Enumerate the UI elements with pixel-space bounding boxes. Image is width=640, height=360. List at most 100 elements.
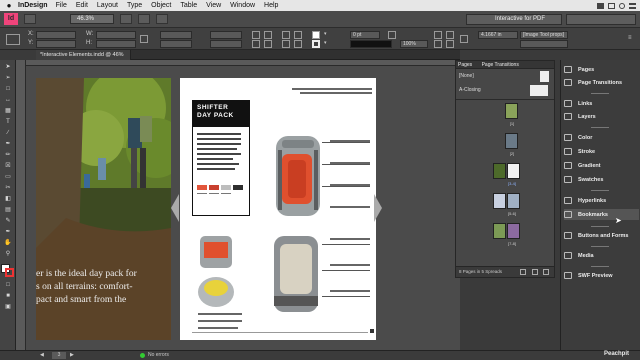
tab-pages[interactable]: Pages (458, 62, 472, 68)
rectangle-frame-tool-icon[interactable]: ☒ (3, 163, 13, 170)
content-collector-icon[interactable]: ▦ (3, 108, 13, 115)
dock-item-hyperlinks[interactable]: Hyperlinks (564, 195, 639, 206)
dock-item-layers[interactable]: Layers (564, 111, 639, 122)
color-swatch[interactable] (233, 185, 243, 190)
text-wrap-field[interactable] (520, 40, 568, 48)
pen-tool-icon[interactable]: ✒ (3, 141, 13, 148)
menu-file[interactable]: File (56, 2, 67, 9)
dock-item-links[interactable]: Links (564, 98, 639, 109)
rotate-90-ccw-icon[interactable] (252, 40, 260, 48)
line-tool-icon[interactable]: ∕ (3, 130, 13, 137)
dock-item-gradient[interactable]: Gradient (564, 160, 639, 171)
fitting-frame-icon[interactable] (446, 40, 454, 48)
formatting-affects-container-icon[interactable]: □ (3, 282, 13, 289)
fill-stroke-proxy-icon[interactable] (1, 264, 15, 278)
object-style-field[interactable]: [Image Tool props] (520, 31, 568, 39)
dock-item-swf-preview[interactable]: SWF Preview (564, 270, 639, 281)
reference-value-field[interactable]: 4.1667 in (478, 31, 518, 39)
page-thumb-5[interactable] (493, 193, 506, 209)
rotate-90-cw-icon[interactable] (252, 31, 260, 39)
flip-horizontal-icon[interactable] (264, 31, 272, 39)
shear-field[interactable] (210, 40, 242, 48)
backpack-orange-image[interactable] (268, 130, 328, 222)
stroke-type-field[interactable] (350, 40, 392, 48)
dock-item-color[interactable]: Color (564, 132, 639, 143)
page-thumb-7[interactable] (493, 223, 506, 239)
master-a-thumb[interactable] (530, 85, 548, 96)
notifications-icon[interactable] (629, 2, 636, 9)
free-transform-tool-icon[interactable]: ◧ (3, 196, 13, 203)
fill-swatch-icon[interactable] (312, 31, 320, 39)
page-thumb-2[interactable] (505, 133, 518, 149)
select-content-icon[interactable] (282, 40, 290, 48)
dock-item-stroke[interactable]: Stroke (564, 146, 639, 157)
backpack-back-image[interactable] (268, 232, 324, 316)
stroke-dropdown-icon[interactable]: ▾ (324, 40, 332, 48)
color-swatch[interactable] (209, 185, 219, 190)
left-page-body-text[interactable]: er is the ideal day pack for s on all te… (36, 268, 171, 307)
dock-item-media[interactable]: Media (564, 250, 639, 261)
select-next-icon[interactable] (294, 40, 302, 48)
edit-page-size-icon[interactable] (520, 269, 526, 275)
view-options-icon[interactable] (120, 14, 132, 24)
wifi-icon[interactable] (608, 2, 615, 9)
first-page-icon[interactable]: ◀ (40, 352, 44, 358)
direct-selection-tool-icon[interactable]: ➢ (3, 75, 13, 82)
product-card[interactable]: SHIFTER DAY PACK (192, 100, 250, 216)
next-page-arrow[interactable] (374, 194, 382, 222)
hand-tool-icon[interactable]: ✋ (3, 240, 13, 247)
page-thumb-4[interactable] (507, 163, 520, 179)
new-page-icon[interactable] (532, 269, 538, 275)
width-field[interactable] (96, 31, 136, 39)
menu-layout[interactable]: Layout (97, 2, 118, 9)
x-field[interactable] (36, 31, 76, 39)
height-field[interactable] (96, 40, 136, 48)
scissors-tool-icon[interactable]: ✂ (3, 185, 13, 192)
master-a-closing[interactable]: A-Closing (459, 87, 481, 93)
master-none-thumb[interactable] (540, 71, 549, 82)
scale-y-field[interactable] (160, 40, 192, 48)
zoom-tool-icon[interactable]: ⚲ (3, 251, 13, 258)
menu-type[interactable]: Type (127, 2, 142, 9)
arrange-documents-icon[interactable] (156, 14, 168, 24)
drop-shadow-icon[interactable] (388, 31, 396, 39)
rotate-field[interactable] (210, 31, 242, 39)
preflight-status-text[interactable]: No errors (148, 352, 169, 358)
right-page[interactable]: SHIFTER DAY PACK (180, 78, 376, 340)
page-thumb-8[interactable] (507, 223, 520, 239)
bridge-icon[interactable] (24, 14, 36, 24)
master-none[interactable]: [None] (459, 73, 474, 79)
document-tab[interactable]: *Interactive Elements.indd @ 46% (36, 50, 131, 60)
help-search-field[interactable] (566, 14, 636, 25)
fitting-fit-icon[interactable] (446, 31, 454, 39)
page-tool-icon[interactable]: □ (3, 86, 13, 93)
select-previous-icon[interactable] (294, 31, 302, 39)
selection-tool-icon[interactable]: ➤ (3, 64, 13, 71)
zoom-level-field[interactable]: 46.3% (70, 14, 114, 24)
type-tool-icon[interactable]: T (3, 119, 13, 126)
menu-object[interactable]: Object (151, 2, 171, 9)
workspace-switcher[interactable]: Interactive for PDF (466, 14, 562, 25)
spotlight-icon[interactable] (619, 2, 625, 9)
dock-item-swatches[interactable]: Swatches (564, 174, 639, 185)
gradient-tool-icon[interactable]: ▤ (3, 207, 13, 214)
dock-item-pages[interactable]: Pages (564, 64, 639, 75)
vertical-ruler[interactable] (16, 60, 26, 350)
menu-view[interactable]: View (206, 2, 221, 9)
apple-icon[interactable]: ● (0, 1, 18, 10)
constrain-proportions-icon[interactable] (140, 35, 148, 43)
fitting-fill-icon[interactable] (434, 31, 442, 39)
reference-point-icon[interactable] (6, 34, 20, 45)
control-panel-menu-icon[interactable]: ≡ (628, 35, 636, 43)
dock-item-buttons-and-forms[interactable]: Buttons and Forms (564, 230, 639, 241)
left-page[interactable]: er is the ideal day pack for s on all te… (36, 78, 171, 340)
screen-mode-icon[interactable] (138, 14, 150, 24)
eyedropper-tool-icon[interactable]: ✒ (3, 229, 13, 236)
apply-color-icon[interactable]: ■ (3, 293, 13, 300)
menu-help[interactable]: Help (264, 2, 278, 9)
gap-tool-icon[interactable]: ↔ (3, 97, 13, 104)
page-thumb-1[interactable] (505, 103, 518, 119)
app-name-menu[interactable]: InDesign (18, 2, 48, 9)
menu-window[interactable]: Window (230, 2, 255, 9)
backpack-top-image[interactable] (196, 234, 236, 270)
